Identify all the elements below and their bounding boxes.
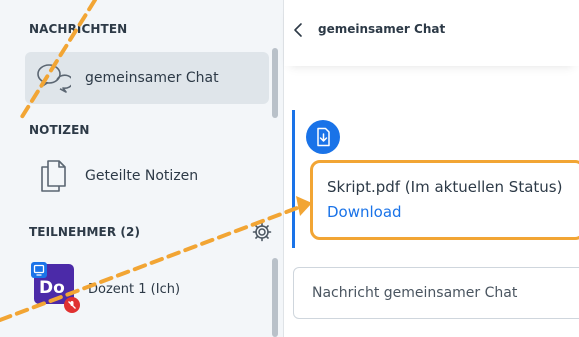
sidebar-item-label: gemeinsamer Chat [85,70,219,86]
download-link[interactable]: Download [327,203,402,221]
muted-microphone-icon [64,297,80,313]
highlight-box [310,160,579,240]
sidebar-item-label: Geteilte Notizen [85,168,199,184]
message-accent-bar [292,110,295,248]
messages-section-header: NACHRICHTEN [29,22,128,36]
sidebar-scrollbar-top[interactable] [272,48,278,118]
chat-title: gemeinsamer Chat [318,22,446,36]
notes-icon [35,158,71,194]
chat-message-input[interactable] [293,267,579,319]
chat-bubbles-icon [35,60,71,96]
chevron-left-icon[interactable] [288,18,308,42]
participants-section-header: TEILNEHMER (2) [29,225,141,239]
sidebar-item-shared-notes[interactable]: Geteilte Notizen [25,150,269,202]
gear-icon[interactable] [252,222,272,242]
participants-scrollbar[interactable] [272,258,278,337]
file-name-text: Skript.pdf (Im aktuellen Status) [327,178,563,196]
avatar-initials: Do [39,278,65,298]
file-download-icon [306,120,340,154]
sidebar-item-shared-chat[interactable]: gemeinsamer Chat [25,52,269,104]
participant-name: Dozent 1 (Ich) [88,282,181,297]
presenter-screen-icon [31,262,47,278]
notes-section-header: NOTIZEN [29,123,90,137]
